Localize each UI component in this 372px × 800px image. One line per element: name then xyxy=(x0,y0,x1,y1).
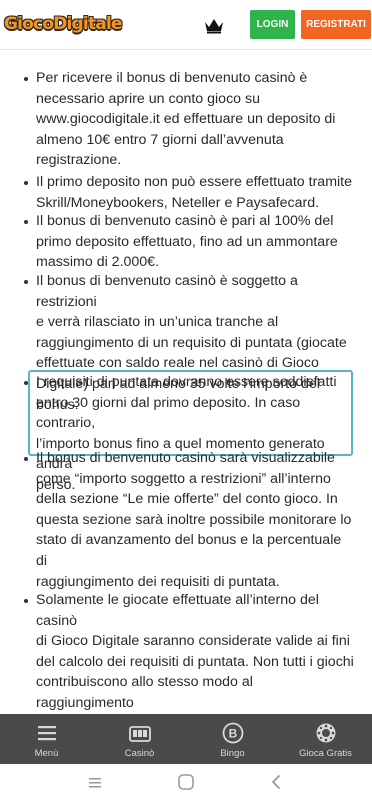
terms-text-line: del calcolo dei requisiti di puntata. No… xyxy=(36,653,354,670)
casino-icon xyxy=(128,726,151,742)
bullet-point xyxy=(24,280,28,284)
nav-bingo[interactable]: B Bingo xyxy=(186,714,279,764)
bullet-point xyxy=(24,220,28,224)
back-icon[interactable] xyxy=(267,773,285,791)
nav-gioca-gratis[interactable]: Gioca Gratis xyxy=(279,714,372,764)
terms-text-line: Solamente le giocate effettuate all’inte… xyxy=(36,592,319,629)
bullet-point xyxy=(24,457,28,461)
terms-item-text: Il bonus di benvenuto casinò è pari al 1… xyxy=(36,211,354,273)
terms-text-line: Per ricevere il bonus di benvenuto casin… xyxy=(36,70,308,86)
crown-icon[interactable] xyxy=(203,16,225,34)
nav-menu-label: Menù xyxy=(34,748,59,759)
terms-item-text: Il bonus di benvenuto casinò sarà visual… xyxy=(36,448,354,592)
bullet-point xyxy=(24,381,28,385)
terms-text-line: entro 30 giorni dal primo deposito. In c… xyxy=(36,394,301,432)
system-navigation-bar xyxy=(0,764,372,800)
home-icon[interactable] xyxy=(177,773,195,791)
terms-text-line: necessario aprire un conto gioco su xyxy=(36,90,260,107)
bullet-point xyxy=(24,599,28,603)
terms-text-line: Il bonus di benvenuto casinò sarà visual… xyxy=(36,450,335,466)
terms-text-line: www.giocodigitale.it ed effettuare un de… xyxy=(36,111,336,128)
terms-text-line: Il bonus di benvenuto casinò è soggetto … xyxy=(36,273,298,310)
terms-item-text: Solamente le giocate effettuate all’inte… xyxy=(36,590,354,714)
terms-text-line: registrazione. xyxy=(36,152,122,169)
terms-text-line: della sezione “Le mie offerte” del conto… xyxy=(36,491,338,508)
terms-text-line: di Gioco Digitale saranno considerate va… xyxy=(36,633,350,650)
bonus-terms-content: Per ricevere il bonus di benvenuto casin… xyxy=(0,50,372,714)
nav-menu[interactable]: Menù xyxy=(0,714,93,764)
nav-casino-label: Casinò xyxy=(124,748,155,759)
bullet-point xyxy=(24,181,28,185)
register-button[interactable]: REGISTRATI xyxy=(301,10,371,39)
site-logo[interactable]: GiocoDigitale xyxy=(4,13,123,35)
terms-text-line: primo deposito effettuato, fino ad un am… xyxy=(36,233,338,250)
roulette-icon xyxy=(316,723,335,743)
terms-text-line: stato di avanzamento del bonus e la perc… xyxy=(36,532,342,569)
nav-bingo-label: Bingo xyxy=(220,748,245,759)
terms-text-line: Il primo deposito non può essere effettu… xyxy=(36,174,352,190)
bottom-navigation: Menù Casinò B Bingo Gioca Gratis xyxy=(0,714,372,764)
bullet-point xyxy=(24,77,28,81)
terms-text-line: Il bonus di benvenuto casinò è pari al 1… xyxy=(36,213,334,229)
terms-text-line: raggiungimento di un requisito di puntat… xyxy=(36,334,347,351)
nav-casino[interactable]: Casinò xyxy=(93,714,186,764)
terms-text-line: contribuiscono allo stesso modo al raggi… xyxy=(36,674,253,711)
login-button[interactable]: LOGIN xyxy=(250,10,295,39)
nav-gioca-gratis-label: Gioca Gratis xyxy=(299,748,352,759)
terms-text-line: almeno 10€ entro 7 giorni dall’avvenuta xyxy=(36,131,284,148)
terms-text-line: questa sezione sarà inoltre possibile mo… xyxy=(36,511,352,528)
terms-item-text: Per ricevere il bonus di benvenuto casin… xyxy=(36,68,354,171)
terms-item-text: Il primo deposito non può essere effettu… xyxy=(36,172,354,213)
terms-text-line: effettuate con saldo reale nel casinò di… xyxy=(36,355,319,372)
terms-text-line: come “importo soggetto a restrizioni” al… xyxy=(36,470,331,487)
top-header: GiocoDigitale LOGIN REGISTRATI xyxy=(0,0,372,50)
terms-text-line: massimo di 2.000€. xyxy=(36,254,160,271)
terms-text-line: e verrà rilasciato in un’unica tranche a… xyxy=(36,314,279,331)
recent-apps-icon[interactable] xyxy=(86,773,104,791)
bingo-icon: B xyxy=(222,722,243,744)
menu-icon xyxy=(37,726,56,741)
terms-text-line: I requisiti di puntata dovranno essere s… xyxy=(36,374,337,390)
svg-text:B: B xyxy=(228,727,237,741)
